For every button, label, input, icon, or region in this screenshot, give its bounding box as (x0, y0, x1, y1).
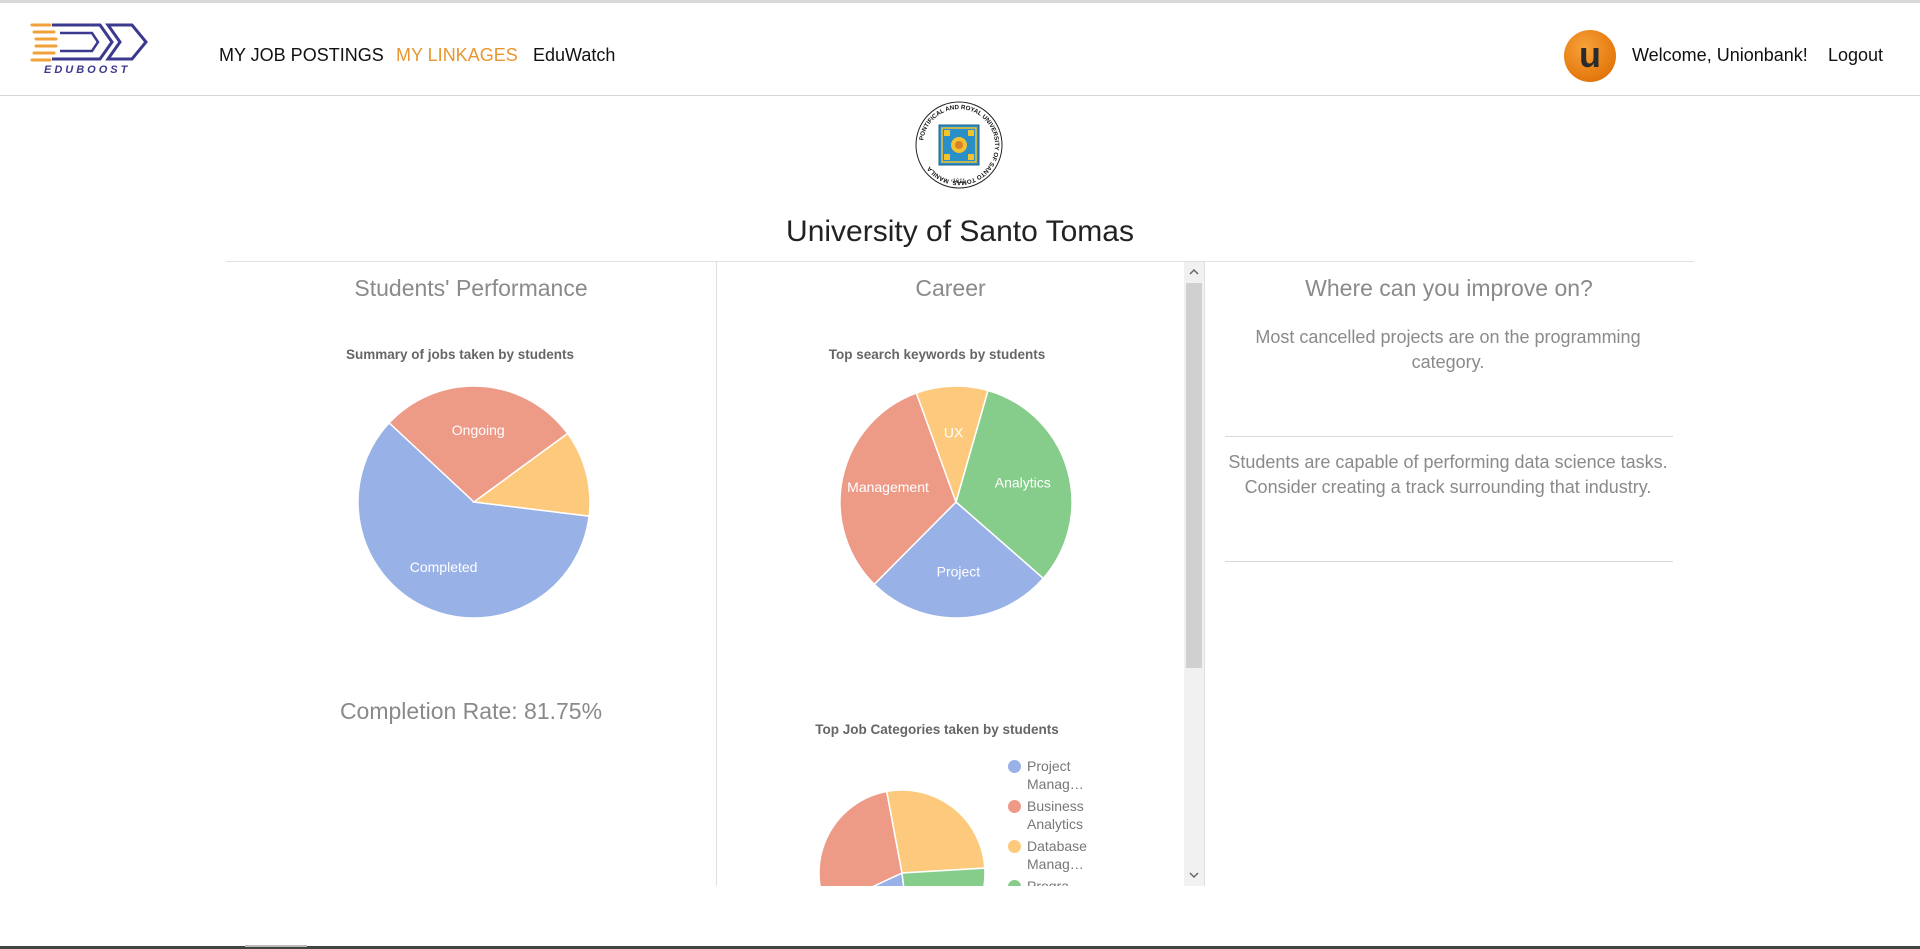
legend-dot (1008, 760, 1021, 773)
job-categories-pie-chart (818, 789, 986, 886)
performance-title: Students' Performance (354, 275, 588, 301)
chart-title-jobs-summary: Summary of jobs taken by students (345, 347, 575, 362)
legend-label: Project Manag… (1027, 758, 1084, 792)
scroll-up-arrow-icon[interactable] (1186, 264, 1202, 280)
pie-slice[interactable] (885, 789, 986, 874)
nav-my-linkages[interactable]: MY LINKAGES (396, 45, 518, 66)
pie-slice-label: Management (847, 479, 929, 495)
avatar-letter: u (1579, 34, 1601, 75)
legend-dot (1008, 840, 1021, 853)
legend-item[interactable]: Project Manag… (1008, 757, 1089, 797)
window-bottom-tab (245, 945, 307, 947)
eduboost-logo-icon (30, 23, 148, 62)
legend-dot (1008, 800, 1021, 813)
pie-slice-label: Project (937, 564, 981, 580)
improve-tip: Students are capable of performing data … (1228, 452, 1668, 497)
university-seal: PONTIFICAL AND ROYAL UNIVERSITY OF SANTO… (914, 100, 1004, 190)
nav-my-job-postings[interactable]: MY JOB POSTINGS (219, 45, 384, 66)
chart-title-search-keywords: Top search keywords by students (828, 347, 1046, 362)
logo-wordmark: EDUBOOST (44, 64, 131, 76)
improve-title: Where can you improve on? (1305, 275, 1593, 301)
seal-year: 1611 (953, 179, 967, 185)
nav-eduwatch[interactable]: EduWatch (533, 45, 615, 66)
tip-divider (1225, 436, 1673, 437)
university-name: University of Santo Tomas (786, 215, 1134, 248)
career-scroll-area[interactable]: Top search keywords by students Analytic… (717, 262, 1184, 886)
legend-item[interactable]: Database Manag… (1008, 837, 1089, 877)
tip-divider (1225, 561, 1673, 562)
legend-clip-mask (1000, 886, 1120, 949)
completion-rate: Completion Rate: 81.75% (339, 698, 603, 724)
improve-tip: Most cancelled projects are on the progr… (1255, 327, 1641, 372)
legend-item[interactable]: Business Analytics (1008, 797, 1089, 837)
pie-slice-label: Analytics (995, 474, 1051, 490)
user-avatar[interactable]: u (1564, 30, 1616, 82)
top-navbar: EDUBOOST MY JOB POSTINGS MY LINKAGES Edu… (0, 3, 1920, 96)
scrollbar-thumb[interactable] (1186, 283, 1202, 668)
legend-label: Business Analytics (1027, 798, 1084, 832)
pie-slice-label: Completed (410, 559, 478, 575)
welcome-text: Welcome, Unionbank! (1632, 45, 1808, 65)
column-divider-right (1204, 262, 1205, 886)
search-keywords-pie-chart: Analytics Project Management UX (839, 385, 1073, 619)
scroll-down-arrow-icon[interactable] (1186, 867, 1202, 883)
pie-slice-label: Ongoing (452, 422, 505, 438)
pie-slice-label: UX (944, 424, 964, 440)
logout-link[interactable]: Logout (1828, 45, 1883, 66)
legend-label: Database Manag… (1027, 838, 1087, 872)
chart-title-job-categories: Top Job Categories taken by students (815, 722, 1059, 737)
university-seal-icon: PONTIFICAL AND ROYAL UNIVERSITY OF SANTO… (915, 101, 1003, 189)
jobs-summary-pie-chart: Completed Ongoing (357, 385, 591, 619)
